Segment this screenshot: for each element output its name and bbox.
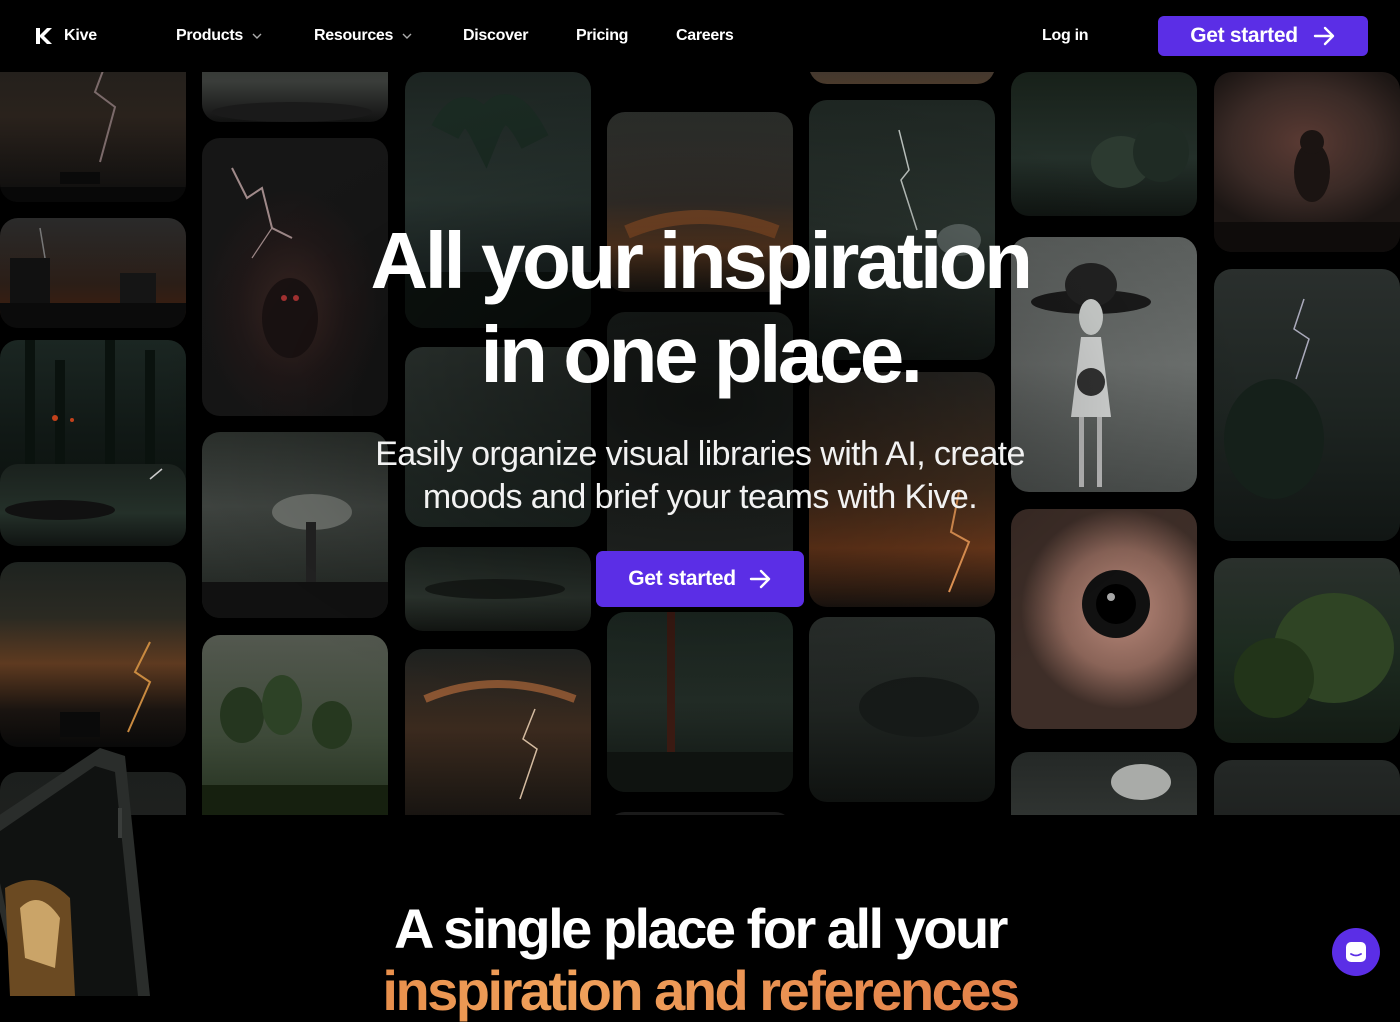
hero-subtitle: Easily organize visual libraries with AI…	[0, 433, 1400, 519]
mosaic-image	[1011, 752, 1197, 815]
hero-title-line: All your inspiration	[370, 216, 1033, 305]
phone-mockup-image	[0, 748, 150, 996]
login-link[interactable]: Log in	[1042, 24, 1088, 48]
chevron-down-icon	[402, 33, 412, 39]
mosaic-image	[1214, 558, 1400, 743]
mosaic-image	[405, 547, 591, 631]
hero-subtitle-line: Easily organize visual libraries with AI…	[375, 435, 1025, 473]
nav-item-resources[interactable]: Resources	[314, 24, 413, 48]
nav-item-label: Pricing	[576, 27, 629, 44]
login-label: Log in	[1042, 27, 1089, 44]
top-navigation: Kive Products Resources Discover Pricing…	[0, 0, 1400, 72]
chevron-down-icon	[252, 33, 262, 39]
mosaic-image	[202, 635, 388, 815]
nav-item-label: Products	[176, 27, 243, 44]
arrow-right-icon	[749, 569, 770, 589]
nav-item-label: Resources	[314, 27, 394, 44]
nav-item-label: Discover	[463, 27, 529, 44]
hero-title: All your inspiration in one place.	[0, 214, 1400, 402]
brand-name: Kive	[64, 27, 97, 44]
get-started-button[interactable]: Get started	[1158, 16, 1368, 56]
section-title: A single place for all your	[394, 897, 1008, 960]
hero-title-line: in one place.	[480, 310, 923, 399]
nav-item-products[interactable]: Products	[176, 24, 263, 48]
arrow-right-icon	[1313, 26, 1334, 46]
mosaic-image	[202, 72, 388, 122]
hero-get-started-button[interactable]: Get started	[596, 551, 804, 607]
section-title-highlight: inspiration and references	[0, 960, 1400, 1022]
mosaic-image	[607, 612, 793, 792]
brand-logo[interactable]: Kive	[34, 24, 97, 48]
hero-get-started-label: Get started	[628, 567, 736, 590]
nav-item-label: Careers	[676, 27, 734, 44]
get-started-label: Get started	[1190, 24, 1298, 47]
nav-item-discover[interactable]: Discover	[463, 24, 529, 48]
mosaic-image	[0, 72, 186, 202]
mosaic-image	[809, 617, 995, 802]
kive-logo-icon	[36, 28, 52, 44]
hero-subtitle-line: moods and brief your teams with Kive.	[422, 478, 978, 516]
nav-item-careers[interactable]: Careers	[676, 24, 734, 48]
mosaic-image	[1214, 760, 1400, 815]
mosaic-image	[405, 649, 591, 815]
mosaic-image	[1011, 509, 1197, 729]
nav-item-pricing[interactable]: Pricing	[576, 24, 628, 48]
mosaic-image	[0, 562, 186, 747]
mosaic-image	[1011, 72, 1197, 216]
chat-launcher-button[interactable]	[1332, 928, 1380, 976]
chat-bubble-icon	[1346, 942, 1366, 962]
mosaic-image	[809, 72, 995, 84]
